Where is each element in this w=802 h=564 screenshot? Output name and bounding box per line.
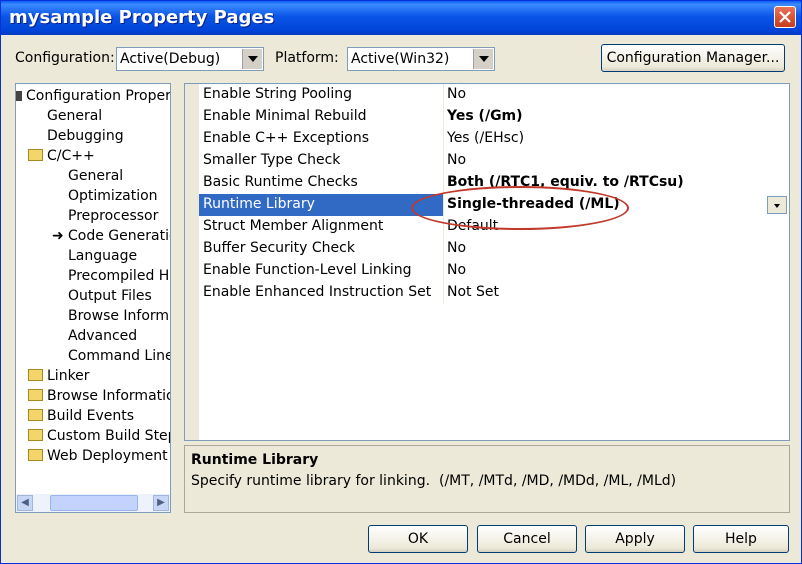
property-name: Enable Enhanced Instruction Set <box>203 284 432 300</box>
property-value[interactable]: Single-threaded (/ML) <box>447 196 620 212</box>
property-row[interactable]: Struct Member Alignment Default <box>199 216 789 238</box>
property-value: No <box>447 86 467 102</box>
title-bar[interactable]: mysample Property Pages <box>1 1 801 35</box>
property-value: Yes (/Gm) <box>447 108 523 124</box>
column-divider <box>443 84 444 106</box>
property-name: Basic Runtime Checks <box>203 174 358 190</box>
column-divider <box>443 172 444 194</box>
help-button[interactable]: Help <box>693 525 789 553</box>
tree-item-output-files[interactable]: Output Files <box>68 286 152 306</box>
chevron-down-icon[interactable] <box>767 196 787 214</box>
property-value: Default <box>447 218 499 234</box>
column-divider <box>443 282 444 304</box>
apply-button[interactable]: Apply <box>585 525 685 553</box>
property-name: Runtime Library <box>203 196 315 212</box>
chevron-down-icon[interactable] <box>242 49 262 69</box>
property-row-selected[interactable]: Runtime Library Single-threaded (/ML) <box>199 194 789 216</box>
expand-marker-icon <box>16 91 22 101</box>
property-name: Enable Function-Level Linking <box>203 262 412 278</box>
configuration-label: Configuration: <box>15 50 115 66</box>
tree-horizontal-scrollbar[interactable]: ◀ ▶ <box>16 494 170 512</box>
tree-item-advanced[interactable]: Advanced <box>68 326 137 346</box>
close-icon <box>779 11 791 23</box>
property-row[interactable]: Buffer Security Check No <box>199 238 789 260</box>
column-divider <box>443 260 444 282</box>
configuration-dropdown[interactable]: Active(Debug) <box>116 47 264 71</box>
property-name: Enable C++ Exceptions <box>203 130 370 146</box>
property-row[interactable]: Smaller Type Check No <box>199 150 789 172</box>
column-divider <box>443 216 444 238</box>
description-title: Runtime Library <box>191 452 319 468</box>
property-value: No <box>447 262 467 278</box>
property-value: Both (/RTC1, equiv. to /RTCsu) <box>447 174 684 190</box>
property-row[interactable]: Enable String Pooling No <box>199 84 789 106</box>
tree-item-debugging[interactable]: Debugging <box>47 126 124 146</box>
column-divider <box>443 238 444 260</box>
property-row[interactable]: Enable C++ Exceptions Yes (/EHsc) <box>199 128 789 150</box>
tree-item-browse-information-cpp[interactable]: Browse Information <box>68 306 170 326</box>
tree-item-command-line[interactable]: Command Line <box>68 346 170 366</box>
property-value: Yes (/EHsc) <box>447 130 525 146</box>
scroll-left-icon[interactable]: ◀ <box>17 495 33 511</box>
tree-item-linker[interactable]: Linker <box>28 366 90 386</box>
platform-value: Active(Win32) <box>351 51 450 67</box>
property-name: Buffer Security Check <box>203 240 355 256</box>
scroll-thumb[interactable] <box>50 495 138 511</box>
folder-icon <box>28 389 43 401</box>
tree-item-cpp[interactable]: C/C++ <box>28 146 95 166</box>
property-name: Enable Minimal Rebuild <box>203 108 367 124</box>
folder-icon <box>28 429 43 441</box>
folder-icon <box>28 409 43 421</box>
tree-item-configuration-properties[interactable]: Configuration Properties <box>16 86 170 106</box>
description-text: Specify runtime library for linking. <box>191 473 431 489</box>
close-button[interactable] <box>774 6 796 28</box>
column-divider <box>443 106 444 128</box>
property-name: Struct Member Alignment <box>203 218 384 234</box>
folder-open-icon <box>28 149 43 161</box>
column-divider <box>443 128 444 150</box>
tree-item-language[interactable]: Language <box>68 246 137 266</box>
property-row[interactable]: Enable Function-Level Linking No <box>199 260 789 282</box>
column-divider <box>443 150 444 172</box>
description-panel: Runtime Library Specify runtime library … <box>184 445 790 513</box>
tree-item-optimization[interactable]: Optimization <box>68 186 158 206</box>
property-row[interactable]: Enable Enhanced Instruction Set Not Set <box>199 282 789 304</box>
configuration-manager-button[interactable]: Configuration Manager... <box>601 44 785 72</box>
property-value: No <box>447 152 467 168</box>
tree-item-custom-build-step[interactable]: Custom Build Step <box>28 426 170 446</box>
column-divider <box>443 194 444 216</box>
property-value: No <box>447 240 467 256</box>
tree-item-general[interactable]: General <box>47 106 102 126</box>
scroll-right-icon[interactable]: ▶ <box>153 495 169 511</box>
cancel-button[interactable]: Cancel <box>477 525 577 553</box>
property-tree: Configuration Properties General Debuggi… <box>15 83 171 513</box>
tree-item-preprocessor[interactable]: Preprocessor <box>68 206 158 226</box>
grid-margin <box>185 84 199 440</box>
tree-item-web-deployment[interactable]: Web Deployment <box>28 446 168 466</box>
arrow-right-icon: ➜ <box>52 228 64 244</box>
description-options: (/MT, /MTd, /MD, /MDd, /ML, /MLd) <box>439 473 677 489</box>
property-row[interactable]: Enable Minimal Rebuild Yes (/Gm) <box>199 106 789 128</box>
tree-item-precompiled-headers[interactable]: Precompiled Headers <box>68 266 170 286</box>
tree-item-cpp-general[interactable]: General <box>68 166 123 186</box>
property-row[interactable]: Basic Runtime Checks Both (/RTC1, equiv. … <box>199 172 789 194</box>
chevron-down-icon[interactable] <box>473 49 493 69</box>
configuration-value: Active(Debug) <box>120 51 221 67</box>
property-value: Not Set <box>447 284 499 300</box>
platform-dropdown[interactable]: Active(Win32) <box>347 47 495 71</box>
property-pages-window: mysample Property Pages Configuration: A… <box>0 0 802 564</box>
property-name: Enable String Pooling <box>203 86 352 102</box>
window-title: mysample Property Pages <box>9 7 275 28</box>
tree-item-browse-information[interactable]: Browse Information <box>28 386 170 406</box>
tree-item-build-events[interactable]: Build Events <box>28 406 134 426</box>
property-grid: Enable String Pooling No Enable Minimal R… <box>184 83 790 441</box>
platform-label: Platform: <box>275 50 339 66</box>
tree-item-code-generation[interactable]: ➜Code Generation <box>52 226 170 246</box>
ok-button[interactable]: OK <box>368 525 468 553</box>
folder-icon <box>28 369 43 381</box>
folder-icon <box>28 449 43 461</box>
property-name: Smaller Type Check <box>203 152 341 168</box>
